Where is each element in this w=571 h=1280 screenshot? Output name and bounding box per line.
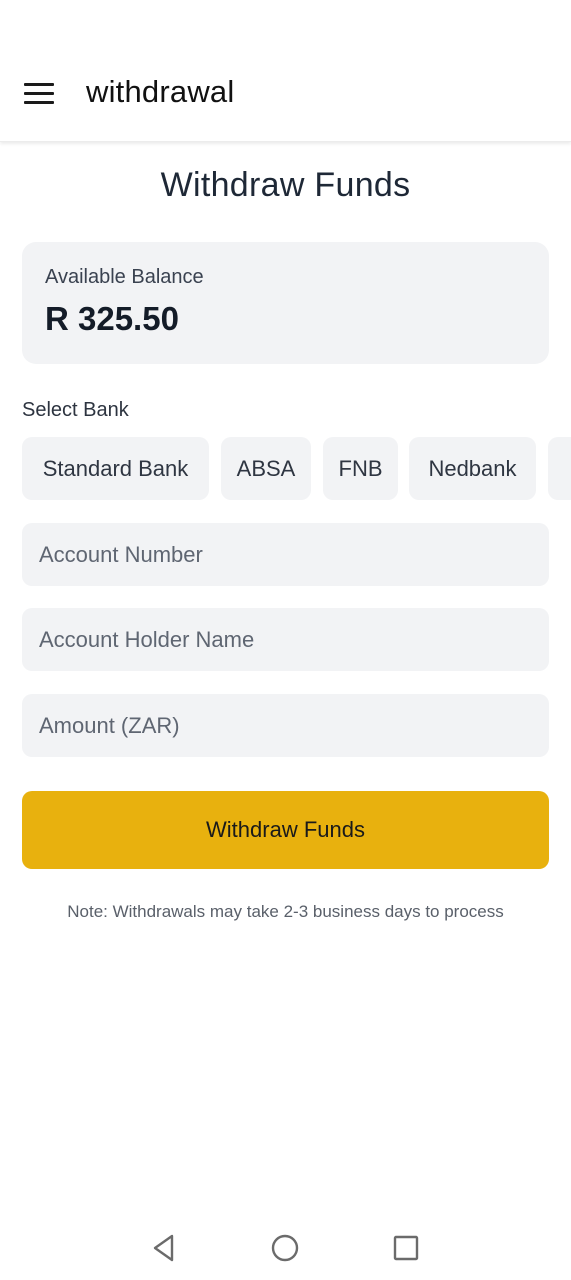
bank-option-nedbank[interactable]: Nedbank [409,437,536,500]
amount-input[interactable] [39,712,549,739]
bank-option-standard-bank[interactable]: Standard Bank [22,437,209,500]
app-bar: withdrawal [0,0,571,142]
account-number-input[interactable] [39,541,549,568]
balance-card: Available Balance R 325.50 [22,242,549,364]
page-title: Withdraw Funds [160,166,411,204]
select-bank-label: Select Bank [22,399,129,421]
nav-recents-icon[interactable] [388,1230,424,1266]
system-nav-bar [0,1216,571,1280]
withdraw-funds-button[interactable]: Withdraw Funds [22,791,549,869]
bank-selector: Standard Bank ABSA FNB Nedbank [22,437,571,500]
processing-note: Note: Withdrawals may take 2-3 business … [67,902,504,921]
balance-label: Available Balance [45,266,204,288]
nav-back-icon[interactable] [146,1230,182,1266]
bank-option-fnb[interactable]: FNB [323,437,398,500]
hamburger-menu-icon[interactable] [18,74,60,112]
balance-value: R 325.50 [45,300,179,337]
account-holder-input[interactable] [39,626,549,653]
bank-option-absa[interactable]: ABSA [221,437,311,500]
nav-home-icon[interactable] [267,1230,303,1266]
app-bar-title: withdrawal [86,74,235,109]
bank-option-partial[interactable] [548,437,571,500]
account-holder-field[interactable] [22,608,549,671]
account-number-field[interactable] [22,523,549,586]
amount-field[interactable] [22,694,549,757]
